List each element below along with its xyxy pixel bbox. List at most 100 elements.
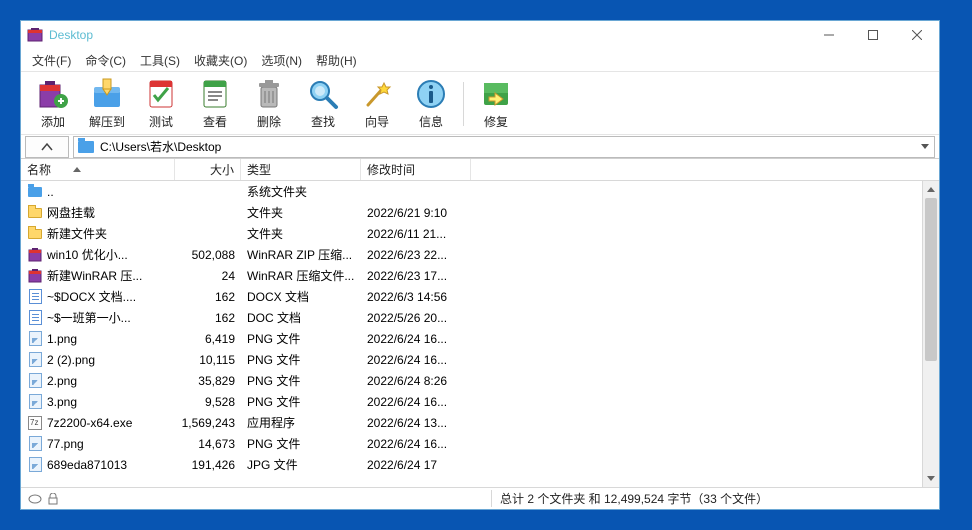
scroll-up-icon[interactable]	[923, 181, 939, 198]
tool-label: 添加	[41, 113, 65, 130]
tool-view-button[interactable]: 查看	[189, 76, 241, 132]
table-row[interactable]: 689eda871013 191,426JPG 文件2022/6/24 17	[21, 454, 939, 475]
file-type: WinRAR 压缩文件...	[241, 267, 361, 284]
png-icon	[27, 394, 43, 410]
col-header-date[interactable]: 修改时间	[361, 159, 471, 180]
statusbar: 总计 2 个文件夹 和 12,499,524 字节（33 个文件）	[21, 487, 939, 509]
file-list: .. 系统文件夹网盘挂载文件夹2022/6/21 9:10新建文件夹文件夹2022…	[21, 181, 939, 487]
col-header-name[interactable]: 名称	[21, 159, 175, 180]
menu-item[interactable]: 收藏夹(O)	[187, 50, 254, 71]
menu-item[interactable]: 文件(F)	[25, 50, 78, 71]
tool-info-button[interactable]: 信息	[405, 76, 457, 132]
tool-label: 解压到	[89, 113, 125, 130]
extract-icon	[89, 76, 125, 111]
table-row[interactable]: 77.png14,673PNG 文件2022/6/24 16...	[21, 433, 939, 454]
tool-label: 向导	[365, 113, 389, 130]
table-row[interactable]: 新建WinRAR 压...24WinRAR 压缩文件...2022/6/23 1…	[21, 265, 939, 286]
rar-icon	[27, 268, 43, 284]
toolbar: 添加 解压到 测试查看删除 查找 向导 信息 修复	[21, 71, 939, 135]
file-type: JPG 文件	[241, 456, 361, 473]
file-size: 9,528	[175, 395, 241, 409]
file-type: PNG 文件	[241, 372, 361, 389]
file-date: 2022/6/24 13...	[361, 416, 471, 430]
file-name: win10 优化小...	[47, 246, 128, 263]
table-row[interactable]: 2 (2).png10,115PNG 文件2022/6/24 16...	[21, 349, 939, 370]
table-row[interactable]: ~$一班第一小...162DOC 文档2022/5/26 20...	[21, 307, 939, 328]
file-size: 191,426	[175, 458, 241, 472]
up-button[interactable]	[25, 136, 69, 158]
addressbar: C:\Users\若水\Desktop	[21, 135, 939, 159]
file-date: 2022/6/24 16...	[361, 437, 471, 451]
minimize-button[interactable]	[807, 21, 851, 49]
file-date: 2022/6/3 14:56	[361, 290, 471, 304]
png-icon	[27, 436, 43, 452]
maximize-button[interactable]	[851, 21, 895, 49]
address-dropdown-icon[interactable]	[916, 137, 934, 157]
address-path: C:\Users\若水\Desktop	[100, 138, 221, 155]
table-row[interactable]: 1.png6,419PNG 文件2022/6/24 16...	[21, 328, 939, 349]
col-header-size[interactable]: 大小	[175, 159, 241, 180]
vertical-scrollbar[interactable]	[922, 181, 939, 487]
file-name: 网盘挂载	[47, 204, 95, 221]
tool-repair-button[interactable]: 修复	[470, 76, 522, 132]
file-type: 应用程序	[241, 414, 361, 431]
file-name: 2 (2).png	[47, 353, 95, 367]
file-name: 3.png	[47, 395, 77, 409]
tool-label: 删除	[257, 113, 281, 130]
col-header-type[interactable]: 类型	[241, 159, 361, 180]
table-row[interactable]: 网盘挂载文件夹2022/6/21 9:10	[21, 202, 939, 223]
info-icon	[413, 76, 449, 111]
file-type: PNG 文件	[241, 351, 361, 368]
folder-icon	[27, 226, 43, 242]
tool-delete-button[interactable]: 删除	[243, 76, 295, 132]
titlebar: Desktop	[21, 21, 939, 49]
scroll-thumb[interactable]	[925, 198, 937, 361]
file-type: PNG 文件	[241, 435, 361, 452]
table-row[interactable]: win10 优化小...502,088WinRAR ZIP 压缩...2022/…	[21, 244, 939, 265]
file-date: 2022/6/24 16...	[361, 332, 471, 346]
menu-item[interactable]: 命令(C)	[78, 50, 133, 71]
tool-add-button[interactable]: 添加	[27, 76, 79, 132]
status-left	[21, 493, 491, 505]
list-header: 名称 大小 类型 修改时间	[21, 159, 939, 181]
doc-icon	[27, 289, 43, 305]
toolbar-separator	[463, 82, 464, 126]
file-type: PNG 文件	[241, 393, 361, 410]
menu-item[interactable]: 选项(N)	[254, 50, 309, 71]
file-type: 系统文件夹	[241, 183, 361, 200]
table-row[interactable]: ~$DOCX 文档....162DOCX 文档2022/6/3 14:56	[21, 286, 939, 307]
file-name: ..	[47, 185, 54, 199]
winrar-window: Desktop 文件(F)命令(C)工具(S)收藏夹(O)选项(N)帮助(H) …	[20, 20, 940, 510]
sort-asc-icon	[73, 167, 81, 172]
file-date: 2022/6/23 22...	[361, 248, 471, 262]
tool-find-button[interactable]: 查找	[297, 76, 349, 132]
file-name: ~$一班第一小...	[47, 309, 131, 326]
file-size: 162	[175, 311, 241, 325]
file-name: 新建文件夹	[47, 225, 107, 242]
tool-test-button[interactable]: 测试	[135, 76, 187, 132]
file-size: 162	[175, 290, 241, 304]
menu-item[interactable]: 工具(S)	[133, 50, 187, 71]
menu-item[interactable]: 帮助(H)	[309, 50, 364, 71]
scroll-down-icon[interactable]	[923, 470, 939, 487]
table-row[interactable]: 新建文件夹文件夹2022/6/11 21...	[21, 223, 939, 244]
window-title: Desktop	[49, 28, 93, 42]
file-type: PNG 文件	[241, 330, 361, 347]
tool-wizard-button[interactable]: 向导	[351, 76, 403, 132]
test-icon	[143, 76, 179, 111]
tool-extract-button[interactable]: 解压到	[81, 76, 133, 132]
file-name: 689eda871013	[47, 458, 127, 472]
add-icon	[35, 76, 71, 111]
file-date: 2022/6/24 17	[361, 458, 471, 472]
table-row[interactable]: .. 系统文件夹	[21, 181, 939, 202]
tool-label: 查找	[311, 113, 335, 130]
address-field[interactable]: C:\Users\若水\Desktop	[73, 136, 935, 158]
tool-label: 测试	[149, 113, 173, 130]
wizard-icon	[359, 76, 395, 111]
table-row[interactable]: 2.png35,829PNG 文件2022/6/24 8:26	[21, 370, 939, 391]
file-date: 2022/6/24 16...	[361, 395, 471, 409]
table-row[interactable]: 7z2200-x64.exe1,569,243应用程序2022/6/24 13.…	[21, 412, 939, 433]
close-button[interactable]	[895, 21, 939, 49]
table-row[interactable]: 3.png 9,528PNG 文件2022/6/24 16...	[21, 391, 939, 412]
tool-label: 信息	[419, 113, 443, 130]
